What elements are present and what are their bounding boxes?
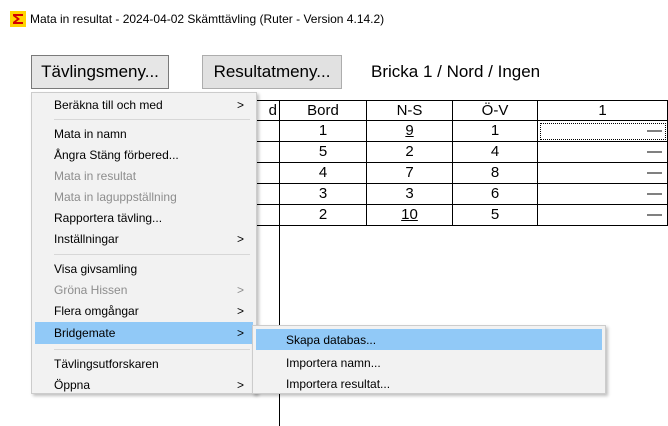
header-bord: Bord <box>280 100 367 121</box>
submenu-arrow-icon: > <box>236 304 244 318</box>
resultatmeny-button[interactable]: Resultatmeny... <box>202 55 342 89</box>
cell-bord[interactable]: 4 <box>280 163 367 184</box>
menu-item-flera-omgangar[interactable]: Flera omgångar <box>54 304 139 318</box>
submenu-arrow-icon: > <box>236 283 244 297</box>
cell-ns[interactable]: 3 <box>367 184 453 205</box>
cell-bord[interactable]: 2 <box>280 205 367 226</box>
cell-ns[interactable]: 9 <box>367 121 453 142</box>
cell-ov[interactable]: 6 <box>453 184 538 205</box>
menu-item-installningar[interactable]: Inställningar <box>54 232 119 246</box>
menu-item-oppna[interactable]: Öppna <box>54 378 90 392</box>
cell-result-active[interactable]: — <box>538 121 668 142</box>
cell-bord[interactable]: 5 <box>280 142 367 163</box>
menu-item-tavlingsutforskaren[interactable]: Tävlingsutforskaren <box>54 357 159 371</box>
menu-item-grona-hissen: Gröna Hissen <box>54 283 128 297</box>
menu-separator <box>54 349 250 350</box>
cell-ns[interactable]: 7 <box>367 163 453 184</box>
submenu-arrow-icon: > <box>236 326 244 340</box>
menu-item-berakna[interactable]: Beräkna till och med <box>54 98 163 112</box>
cell-bord[interactable]: 3 <box>280 184 367 205</box>
cell-ov[interactable]: 1 <box>453 121 538 142</box>
cell-ov[interactable]: 4 <box>453 142 538 163</box>
header-ov: Ö-V <box>453 100 538 121</box>
cell-ns[interactable]: 10 <box>367 205 453 226</box>
submenu-arrow-icon: > <box>236 378 244 392</box>
submenu-arrow-icon: > <box>236 98 244 112</box>
submenu-arrow-icon: > <box>236 232 244 246</box>
header-ns: N-S <box>367 100 453 121</box>
cell-result[interactable]: — <box>538 163 668 184</box>
submenu-item-skapa-databas[interactable]: Skapa databas... <box>286 333 376 347</box>
submenu-item-importera-namn[interactable]: Importera namn... <box>286 356 381 370</box>
app-icon <box>10 11 26 27</box>
menu-separator <box>54 119 250 120</box>
menu-item-mata-in-namn[interactable]: Mata in namn <box>54 127 127 141</box>
cell-result[interactable]: — <box>538 142 668 163</box>
header-result-1: 1 <box>538 100 668 121</box>
menu-item-bridgemate[interactable]: Bridgemate <box>54 326 115 340</box>
round-status-label: Bricka 1 / Nord / Ingen <box>371 62 541 81</box>
cell-bord[interactable]: 1 <box>280 121 367 142</box>
menu-item-angra-stang[interactable]: Ångra Stäng förbered... <box>54 148 179 162</box>
submenu-item-importera-resultat[interactable]: Importera resultat... <box>286 377 390 391</box>
menu-item-mata-in-resultat: Mata in resultat <box>54 169 137 183</box>
tavlingsmeny-button[interactable]: Tävlingsmeny... <box>31 55 169 89</box>
cell-result[interactable]: — <box>538 205 668 226</box>
menu-item-visa-givsamling[interactable]: Visa givsamling <box>54 262 137 276</box>
cell-ov[interactable]: 5 <box>453 205 538 226</box>
tavlingsmeny-dropdown: Beräkna till och med > Mata in namn Ångr… <box>31 92 257 394</box>
window-title: Mata in resultat - 2024-04-02 Skämttävli… <box>30 12 385 26</box>
menu-separator <box>54 254 250 255</box>
cell-result[interactable]: — <box>538 184 668 205</box>
menu-item-mata-in-laguppstallning: Mata in laguppställning <box>54 190 177 204</box>
cell-ns[interactable]: 2 <box>367 142 453 163</box>
cell-ov[interactable]: 8 <box>453 163 538 184</box>
bridgemate-submenu: Skapa databas... Importera namn... Impor… <box>252 325 606 394</box>
menu-item-rapportera-tavling[interactable]: Rapportera tävling... <box>54 211 162 225</box>
